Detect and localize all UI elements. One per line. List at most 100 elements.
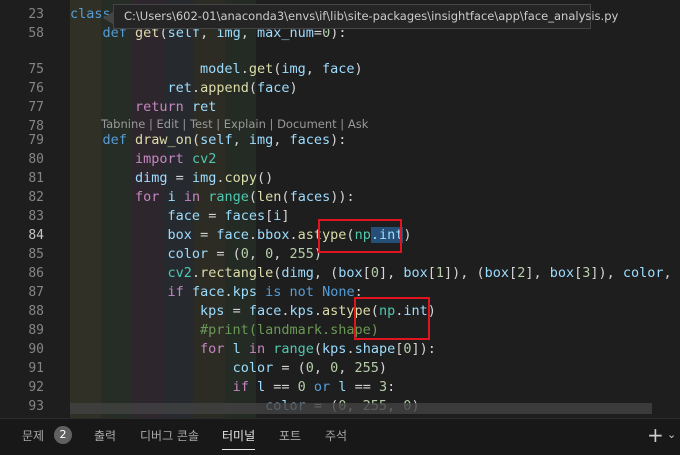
code-token: , (313, 360, 331, 376)
code-token: ] (281, 208, 290, 224)
horizontal-scrollbar[interactable] (70, 403, 652, 414)
code-token: 0 (240, 246, 249, 262)
code-token: color (622, 265, 664, 281)
code-token: l (256, 379, 266, 395)
code-token: if (167, 284, 184, 300)
code-line[interactable]: return ret (70, 98, 216, 117)
code-line[interactable]: import cv2 (70, 150, 216, 169)
code-token: box (403, 265, 428, 281)
tab-ports[interactable]: 포트 (279, 428, 301, 444)
tab-debug-console[interactable]: 디버그 콘솔 (140, 428, 199, 444)
line-number: 77 (28, 100, 44, 115)
code-token: kps (200, 303, 225, 319)
file-path-tooltip: C:\Users\602-01\anaconda3\envs\if\lib\si… (113, 4, 618, 29)
code-line[interactable]: #print(landmark.shape) (70, 321, 379, 340)
code-line[interactable]: color = (0, 0, 255) (70, 245, 323, 264)
code-line[interactable]: dimg = img.copy() (70, 169, 273, 188)
code-token: for (135, 189, 160, 205)
code-token: 0 (403, 341, 412, 357)
line-number: 85 (28, 247, 44, 262)
code-line[interactable]: for l in range(kps.shape[0]): (70, 340, 436, 359)
code-line[interactable]: cv2.rectangle(dimg, (box[0], box[1]), (b… (70, 264, 680, 283)
annotation-box (354, 297, 430, 340)
code-token: range (208, 189, 249, 205)
tab-output[interactable]: 출력 (94, 428, 116, 444)
code-token: ]): (411, 341, 436, 357)
code-token: #print(landmark.shape) (200, 322, 379, 338)
code-line[interactable]: model.get(img, face) (70, 60, 363, 79)
tab-problems[interactable]: 문제 (22, 428, 44, 444)
code-token: box (338, 265, 363, 281)
code-token: 255 (289, 246, 314, 262)
code-line[interactable]: if face.kps is not None: (70, 283, 363, 302)
code-token: shape (354, 341, 396, 357)
chevron-down-icon[interactable]: ⌄ (667, 427, 676, 443)
line-number: 84 (28, 228, 44, 243)
tooltip-arrow (103, 12, 113, 24)
code-token: ( (191, 132, 201, 148)
code-token: color (232, 360, 274, 376)
code-token: face (167, 208, 201, 224)
code-token: face (322, 61, 355, 77)
line-number: 79 (28, 133, 44, 148)
code-token: 0 (305, 360, 314, 376)
code-line[interactable]: ret.append(face) (70, 79, 298, 98)
tab-comments[interactable]: 주석 (325, 428, 347, 444)
tab-terminal[interactable]: 터미널 (222, 428, 256, 450)
line-number: 23 (28, 7, 44, 22)
code-token: , (273, 246, 290, 262)
code-token: . (313, 303, 323, 319)
code-token: None (322, 284, 355, 300)
code-token: = (224, 303, 249, 319)
code-line[interactable]: face = faces[i] (70, 207, 290, 226)
code-token: self (200, 132, 233, 148)
code-token: , (248, 246, 266, 262)
code-line[interactable]: def draw_on(self, img, faces): (70, 131, 347, 150)
code-editor[interactable]: 23 58 75 76 77 78 79 80 81 82 83 84 85 86 87 88 89 90 91 92… (0, 0, 680, 418)
code-token: i (167, 189, 176, 205)
code-token: kps (322, 341, 347, 357)
line-number: 58 (28, 26, 44, 41)
code-token: box (167, 227, 192, 243)
code-token: box (549, 265, 575, 281)
plus-icon[interactable]: + (647, 423, 664, 447)
line-number: 80 (28, 152, 44, 167)
code-token: , (273, 132, 290, 148)
code-token: [ (427, 265, 436, 281)
code-token: . (248, 227, 257, 243)
code-token: ): (330, 132, 347, 148)
bottom-panel: 문제 2 출력 디버그 콘솔 터미널 포트 주석 + ⌄ (0, 418, 680, 455)
code-token: face (191, 284, 225, 300)
code-token: img (191, 170, 217, 186)
code-token: draw_on (135, 132, 192, 148)
tabnine-codelens[interactable]: Tabnine | Edit | Test | Explain | Docume… (101, 116, 368, 132)
code-line[interactable]: color = (0, 0, 255) (70, 359, 388, 378)
code-token: ( (248, 80, 257, 96)
code-token: bbox (256, 227, 290, 243)
line-number: 81 (28, 171, 44, 186)
code-token: import (135, 151, 184, 167)
code-token: ]), ( (444, 265, 485, 281)
line-number: 93 (28, 399, 44, 414)
code-token: = (191, 227, 217, 243)
code-token: append (200, 80, 249, 96)
code-line[interactable]: for i in range(len(faces)): (70, 188, 355, 207)
code-line[interactable]: if l == 0 or l == 3: (70, 378, 396, 397)
code-token: in (248, 341, 266, 357)
